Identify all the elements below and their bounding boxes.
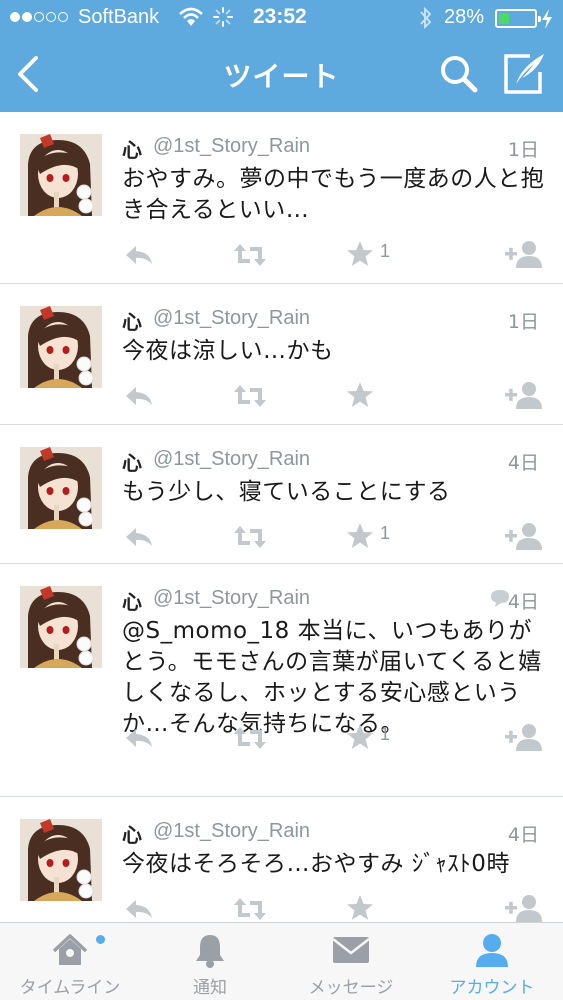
tab-label: メッセージ xyxy=(308,978,394,998)
carrier-name: SoftBank xyxy=(78,6,160,28)
tweet-timestamp: 1日 xyxy=(507,311,539,333)
person-icon xyxy=(476,934,508,967)
retweet-icon[interactable] xyxy=(232,522,268,552)
compose-tweet-icon[interactable] xyxy=(500,50,550,98)
home-icon xyxy=(52,934,88,965)
display-name[interactable]: 心 xyxy=(122,134,142,163)
display-name[interactable]: 心 xyxy=(122,819,142,848)
tweet-timestamp: 1日 xyxy=(507,139,539,161)
follow-user-icon[interactable] xyxy=(504,521,544,551)
battery-icon xyxy=(495,9,541,28)
display-name[interactable]: 心 xyxy=(122,586,142,615)
activity-spinner-icon xyxy=(213,7,233,27)
tweet-row[interactable]: 心 @1st_Story_Rain 4日今夜はそろそろ…おやすみ ｼﾞｬｽﾄ0時 xyxy=(0,797,563,922)
top-bar: SoftBank 23:52 28% ツイート xyxy=(0,0,563,112)
notification-dot xyxy=(96,935,105,944)
tab-bar: タイムライン 通知 メッセージ アカウント xyxy=(0,922,563,1000)
tab-timeline[interactable]: タイムライン xyxy=(0,923,140,1000)
wifi-icon xyxy=(179,7,203,26)
tab-label: タイムライン xyxy=(19,978,121,998)
tweet-text: おやすみ。夢の中でもう一度あの人と抱き合えるといい… xyxy=(122,166,545,223)
avatar[interactable] xyxy=(20,586,102,668)
avatar[interactable] xyxy=(20,819,102,901)
tab-messages[interactable]: メッセージ xyxy=(281,923,421,1000)
reply-icon[interactable] xyxy=(124,240,154,270)
bell-icon xyxy=(196,935,224,968)
tweet-text: 今夜は涼しい…かも xyxy=(122,338,334,364)
retweet-icon[interactable] xyxy=(232,894,268,922)
favorite-star-icon[interactable] xyxy=(346,722,374,752)
signal-strength-icon xyxy=(10,12,68,22)
tweet-timestamp: 4日 xyxy=(507,824,539,846)
tweet-text: もう少し、寝ていることにする xyxy=(122,479,451,505)
user-handle[interactable]: @1st_Story_Rain xyxy=(153,307,310,330)
bluetooth-icon xyxy=(420,6,432,30)
follow-user-icon[interactable] xyxy=(504,722,544,752)
user-handle[interactable]: @1st_Story_Rain xyxy=(153,820,310,843)
favorite-count: 1 xyxy=(380,724,391,744)
reply-icon[interactable] xyxy=(124,723,154,753)
favorite-star-icon[interactable] xyxy=(346,893,374,922)
tweet-timestamp: 4日 xyxy=(507,452,539,474)
follow-user-icon[interactable] xyxy=(504,893,544,922)
favorite-star-icon[interactable] xyxy=(346,239,374,269)
tweet-row[interactable]: 心 @1st_Story_Rain 1日おやすみ。夢の中でもう一度あの人と抱き合える… xyxy=(0,112,563,284)
follow-user-icon[interactable] xyxy=(504,380,544,410)
retweet-icon[interactable] xyxy=(232,381,268,411)
search-icon[interactable] xyxy=(437,52,481,96)
display-name[interactable]: 心 xyxy=(122,447,142,476)
tab-label: 通知 xyxy=(193,978,227,998)
follow-user-icon[interactable] xyxy=(504,239,544,269)
favorite-count: 1 xyxy=(380,523,391,543)
charging-bolt-icon xyxy=(542,9,552,29)
favorite-star-icon[interactable] xyxy=(346,380,374,410)
tweet-row[interactable]: 心 @1st_Story_Rain 4日 @S_momo_18 本当に、いつもありがと… xyxy=(0,564,563,797)
reply-icon[interactable] xyxy=(124,894,154,922)
favorite-star-icon[interactable] xyxy=(346,521,374,551)
retweet-icon[interactable] xyxy=(232,723,268,753)
reply-icon[interactable] xyxy=(124,522,154,552)
status-bar: SoftBank 23:52 28% xyxy=(0,0,563,36)
reply-icon[interactable] xyxy=(124,381,154,411)
display-name[interactable]: 心 xyxy=(122,306,142,335)
retweet-icon[interactable] xyxy=(232,240,268,270)
tweet-timestamp: 4日 xyxy=(507,591,539,613)
tab-notifications[interactable]: 通知 xyxy=(140,923,280,1000)
status-time: 23:52 xyxy=(253,5,307,28)
envelope-icon xyxy=(332,937,370,963)
avatar[interactable] xyxy=(20,447,102,529)
tweet-row[interactable]: 心 @1st_Story_Rain 4日もう少し、寝ていることにする 1 xyxy=(0,425,563,564)
tab-account[interactable]: アカウント xyxy=(422,923,562,1000)
battery-percent: 28% xyxy=(444,6,485,28)
avatar[interactable] xyxy=(20,134,102,216)
user-handle[interactable]: @1st_Story_Rain xyxy=(153,448,310,471)
tweet-row[interactable]: 心 @1st_Story_Rain 1日今夜は涼しい…かも xyxy=(0,284,563,425)
tab-label: アカウント xyxy=(449,978,535,998)
tweet-list: 心 @1st_Story_Rain 1日 おやすみ。夢の中でもう一度あの人と抱き合える… xyxy=(0,112,563,922)
tweet-text: 今夜はそろそろ…おやすみ ｼﾞｬｽﾄ0時 xyxy=(122,851,510,877)
avatar[interactable] xyxy=(20,306,102,388)
favorite-count: 1 xyxy=(380,241,391,261)
tweet-text: @S_momo_18 本当に、いつもありがとう。モモさんの言葉が届いてくると嬉し… xyxy=(122,618,542,737)
user-handle[interactable]: @1st_Story_Rain xyxy=(153,587,310,610)
user-handle[interactable]: @1st_Story_Rain xyxy=(153,135,310,158)
